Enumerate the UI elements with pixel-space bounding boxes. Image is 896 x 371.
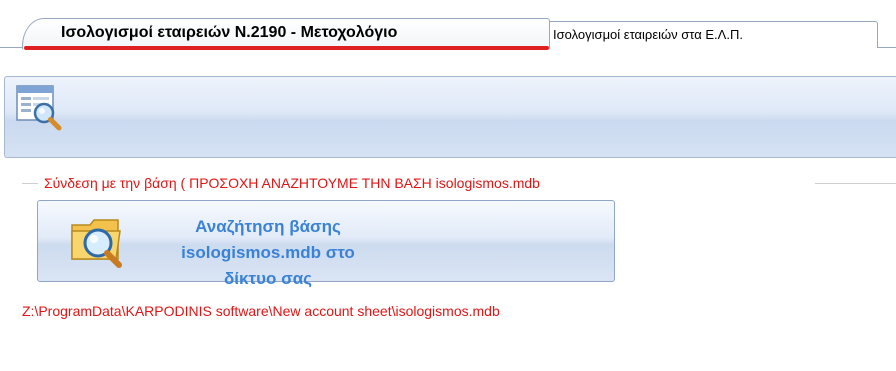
groupbox-border bbox=[815, 183, 896, 184]
tab-label: Ισολογισμοί εταιρειών στα Ε.Λ.Π. bbox=[553, 27, 743, 42]
search-button-label-line2: δίκτυο σας bbox=[223, 269, 313, 288]
search-database-button[interactable]: Αναζήτηση βάσης isologismos.mdb στο δίκτ… bbox=[37, 200, 615, 288]
tab-elp-balance-sheets[interactable]: Ισολογισμοί εταιρειών στα Ε.Λ.Π. bbox=[546, 21, 878, 48]
tab-label: Ισολογισμοί εταιρειών Ν.2190 - Μετοχολόγ… bbox=[61, 24, 398, 41]
groupbox-border bbox=[22, 183, 38, 184]
search-form-icon[interactable] bbox=[15, 83, 63, 131]
active-tab-underline bbox=[24, 46, 549, 50]
tab-n2190-balance-sheets[interactable]: Ισολογισμοί εταιρειών Ν.2190 - Μετοχολόγ… bbox=[22, 18, 550, 49]
search-button-label: Αναζήτηση βάσης isologismos.mdb στο δίκτ… bbox=[138, 214, 398, 292]
search-button-label-line1: Αναζήτηση βάσης isologismos.mdb στο bbox=[181, 217, 355, 262]
database-path-label: Z:\ProgramData\KARPODINIS software\New a… bbox=[22, 303, 500, 319]
toolbar bbox=[4, 76, 896, 158]
tab-strip: Ισολογισμοί εταιρειών στα Ε.Λ.Π. Ισολογι… bbox=[0, 0, 896, 50]
folder-search-icon bbox=[68, 211, 134, 271]
connection-groupbox-legend: Σύνδεση με την βάση ( ΠΡΟΣΟΧΗ ΑΝΑΖΗΤΟΥΜΕ… bbox=[41, 175, 543, 191]
